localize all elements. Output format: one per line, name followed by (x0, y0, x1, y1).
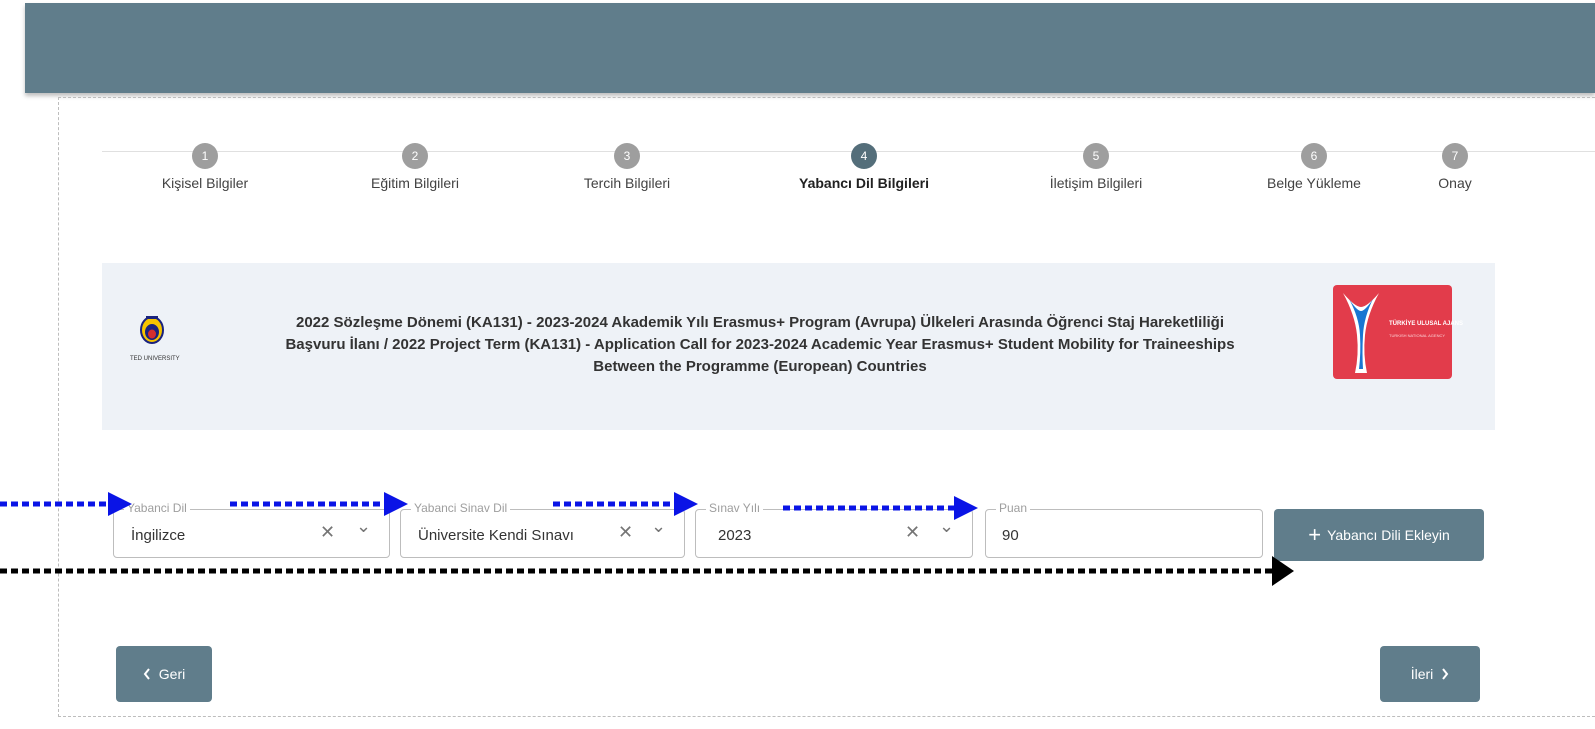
step-number: 7 (1442, 143, 1468, 169)
step-confirmation[interactable]: 7 Onay (1355, 143, 1555, 191)
step-number: 2 (402, 143, 428, 169)
step-foreign-language-info[interactable]: 4 Yabancı Dil Bilgileri (764, 143, 964, 191)
step-label: Yabancı Dil Bilgileri (799, 175, 929, 191)
exam-year-label: Sınav Yılı (706, 501, 764, 515)
step-label: Eğitim Bilgileri (371, 175, 459, 191)
announcement-line-3: Between the Programme (European) Countri… (593, 358, 927, 375)
score-input[interactable]: Puan 90 (985, 501, 1263, 558)
step-number: 4 (851, 143, 877, 169)
exam-language-value: Üniversite Kendi Sınavı (418, 527, 574, 544)
step-preference-info[interactable]: 3 Tercih Bilgileri (527, 143, 727, 191)
plus-icon: + (1308, 522, 1322, 547)
score-label: Puan (996, 501, 1031, 515)
next-button[interactable]: İleri (1380, 646, 1480, 702)
add-foreign-language-label: Yabancı Dili Ekleyin (1327, 527, 1450, 543)
chevron-left-icon (143, 668, 150, 680)
exam-year-value: 2023 (718, 527, 752, 544)
add-foreign-language-button[interactable]: + Yabancı Dili Ekleyin (1274, 509, 1484, 561)
back-label: Geri (158, 666, 186, 682)
exam-language-label: Yabanci Sinav Dil (411, 501, 511, 515)
step-number: 1 (192, 143, 218, 169)
header-bar (25, 3, 1595, 93)
ted-crest-icon (140, 316, 164, 344)
chevron-down-icon[interactable]: ⌄ (651, 516, 666, 537)
next-label: İleri (1410, 666, 1434, 682)
step-label: İletişim Bilgileri (1049, 175, 1143, 191)
step-number: 6 (1301, 143, 1327, 169)
national-agency-logo-text: TÜRKİYE ULUSAL AJANS (1389, 321, 1464, 327)
step-contact-info[interactable]: 5 İletişim Bilgileri (996, 143, 1196, 191)
exam-language-select[interactable]: Yabanci Sinav Dil Üniversite Kendi Sınav… (400, 501, 685, 558)
ted-university-logo: TED UNIVERSITY (130, 313, 180, 373)
step-label: Kişisel Bilgiler (161, 175, 249, 191)
chevron-right-icon (1442, 668, 1449, 680)
clear-icon[interactable]: ✕ (618, 522, 633, 543)
foreign-language-label: Yabanci Dil (124, 501, 190, 515)
step-label: Onay (1438, 175, 1472, 191)
step-number: 5 (1083, 143, 1109, 169)
step-label: Tercih Bilgileri (583, 175, 671, 191)
step-education-info[interactable]: 2 Eğitim Bilgileri (315, 143, 515, 191)
step-personal-info[interactable]: 1 Kişisel Bilgiler (105, 143, 305, 191)
announcement-line-1: 2022 Sözleşme Dönemi (KA131) - 2023-2024… (295, 314, 1225, 331)
chevron-down-icon[interactable]: ⌄ (356, 516, 371, 537)
announcement-title: 2022 Sözleşme Dönemi (KA131) - 2023-2024… (212, 312, 1308, 378)
foreign-language-value: İngilizce (131, 527, 186, 544)
turkish-national-agency-logo: TÜRKİYE ULUSAL AJANS TURKISH NATIONAL AG… (1333, 285, 1463, 379)
chevron-down-icon[interactable]: ⌄ (939, 516, 954, 537)
clear-icon[interactable]: ✕ (905, 522, 920, 543)
score-value: 90 (1002, 527, 1019, 544)
ted-logo-caption: TED UNIVERSITY (130, 356, 180, 362)
foreign-language-select[interactable]: Yabanci Dil İngilizce ✕ ⌄ (113, 501, 390, 558)
exam-year-select[interactable]: Sınav Yılı 2023 ✕ ⌄ (695, 501, 973, 558)
national-agency-logo-subtext: TURKISH NATIONAL AGENCY (1389, 333, 1446, 338)
step-number: 3 (614, 143, 640, 169)
back-button[interactable]: Geri (116, 646, 212, 702)
clear-icon[interactable]: ✕ (320, 522, 335, 543)
national-agency-figure-icon (1343, 293, 1379, 373)
announcement-line-2: Başvuru İlanı / 2022 Project Term (KA131… (285, 336, 1235, 353)
